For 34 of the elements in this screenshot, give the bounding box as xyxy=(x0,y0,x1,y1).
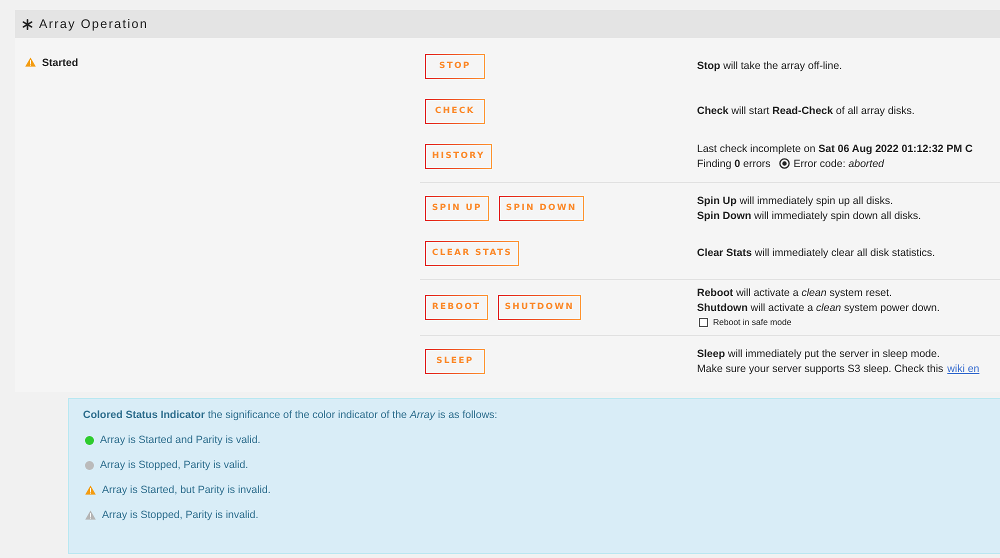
legend-text: Array is Stopped, Parity is valid. xyxy=(100,459,248,471)
findings-text: Finding 0 errors xyxy=(697,158,771,170)
description-text: Last check incomplete on Sat 06 Aug 2022 01:12:32 PM C xyxy=(697,142,973,154)
error-code-text: Error code: aborted xyxy=(794,158,884,170)
description-text: Reboot will activate a clean system reset. xyxy=(697,287,892,299)
action-button[interactable]: SLEEP xyxy=(425,348,485,374)
legend-intro: Colored Status Indicator the significance of the color indicator of the Array is as follows: xyxy=(83,409,498,421)
legend-text: Array is Started, but Parity is invalid. xyxy=(102,484,271,496)
snowflake-icon xyxy=(22,18,33,30)
warning-icon xyxy=(25,57,36,67)
action-button[interactable]: SHUTDOWN xyxy=(498,294,582,320)
description-text: Spin Up will immediately spin up all disks. xyxy=(697,194,894,206)
status-label: Started xyxy=(42,57,78,69)
legend-text: Array is Stopped, Parity is invalid. xyxy=(102,509,258,521)
description-text: Check will start Read-Check of all array disks. xyxy=(697,105,915,117)
description-text: Spin Down will immediately spin down all disks. xyxy=(697,210,922,222)
wiki-link[interactable]: wiki en xyxy=(947,362,980,374)
action-button[interactable]: HISTORY xyxy=(425,144,492,168)
description-text: Make sure your server supports S3 sleep. Check this xyxy=(697,362,944,374)
description-text: Stop will take the array off-line. xyxy=(697,60,842,72)
checkbox-label: Reboot in safe mode xyxy=(713,317,792,327)
panel-title: Array Operation xyxy=(39,17,148,31)
description-text: Shutdown will activate a clean system power down. xyxy=(697,302,940,314)
description-text: Sleep will immediately put the server in sleep mode. xyxy=(697,348,940,360)
action-button[interactable]: SPIN DOWN xyxy=(498,196,584,220)
action-button[interactable]: CLEAR STATS xyxy=(425,240,520,266)
action-button[interactable]: REBOOT xyxy=(425,294,488,320)
description-text: Clear Stats will immediately clear all disk statistics. xyxy=(697,247,936,259)
legend-text: Array is Started and Parity is valid. xyxy=(100,434,260,446)
action-button[interactable]: SPIN UP xyxy=(425,196,489,220)
target-icon xyxy=(778,158,790,169)
action-button[interactable]: CHECK xyxy=(425,98,485,124)
action-button[interactable]: STOP xyxy=(425,54,485,78)
checkbox[interactable] xyxy=(699,318,708,326)
